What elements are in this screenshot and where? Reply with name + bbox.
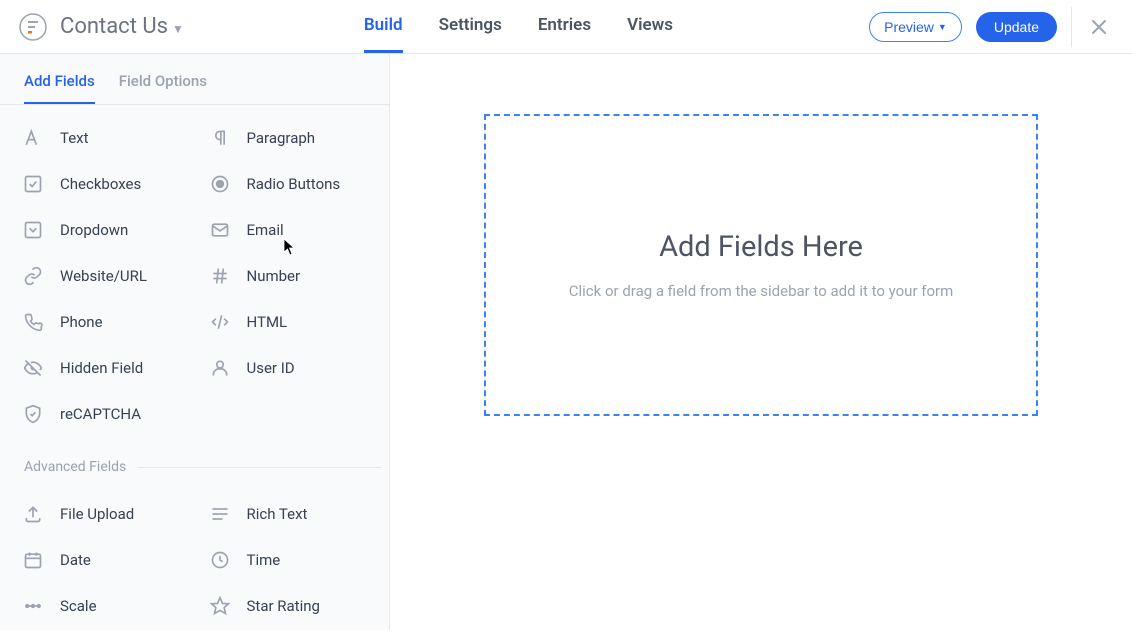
advanced-fields-heading: Advanced Fields — [0, 453, 389, 481]
user-icon — [209, 357, 231, 379]
field-user-id[interactable]: User ID — [195, 345, 382, 391]
close-button[interactable] — [1086, 14, 1112, 40]
field-rich-text[interactable]: Rich Text — [195, 491, 382, 537]
field-html[interactable]: HTML — [195, 299, 382, 345]
field-phone[interactable]: Phone — [8, 299, 195, 345]
dropzone-title: Add Fields Here — [659, 230, 863, 264]
chevron-down-icon: ▼ — [172, 22, 184, 36]
shield-icon — [22, 403, 44, 425]
field-label: User ID — [247, 359, 295, 377]
app-logo — [18, 12, 48, 42]
field-label: Phone — [60, 313, 103, 331]
field-label: Dropdown — [60, 221, 128, 239]
update-button[interactable]: Update — [976, 12, 1057, 42]
field-label: reCAPTCHA — [60, 405, 141, 423]
preview-button[interactable]: Preview▼ — [869, 12, 962, 42]
tab-build[interactable]: Build — [364, 0, 403, 53]
form-canvas: Add Fields Here Click or drag a field fr… — [390, 54, 1132, 630]
field-label: HTML — [247, 313, 288, 331]
tab-settings[interactable]: Settings — [439, 0, 502, 53]
field-label: Time — [247, 551, 281, 569]
richtext-icon — [209, 503, 231, 525]
field-radio-buttons[interactable]: Radio Buttons — [195, 161, 382, 207]
field-label: Paragraph — [247, 129, 316, 147]
dropdown-icon — [22, 219, 44, 241]
paragraph-icon — [209, 127, 231, 149]
field-dropdown[interactable]: Dropdown — [8, 207, 195, 253]
field-recaptcha[interactable]: reCAPTCHA — [8, 391, 195, 437]
field-text[interactable]: Text — [8, 115, 195, 161]
form-title-dropdown[interactable]: Contact Us ▼ — [60, 14, 184, 39]
time-icon — [209, 549, 231, 571]
field-label: Radio Buttons — [247, 175, 341, 193]
field-email[interactable]: Email — [195, 207, 382, 253]
field-date[interactable]: Date — [8, 537, 195, 583]
email-icon — [209, 219, 231, 241]
upload-icon — [22, 503, 44, 525]
field-scale[interactable]: Scale — [8, 583, 195, 629]
field-website-url[interactable]: Website/URL — [8, 253, 195, 299]
field-label: Website/URL — [60, 267, 147, 285]
checkbox-icon — [22, 173, 44, 195]
tab-entries[interactable]: Entries — [538, 0, 591, 53]
dropzone-subtitle: Click or drag a field from the sidebar t… — [569, 282, 954, 300]
field-label: Star Rating — [247, 597, 320, 615]
text-icon — [22, 127, 44, 149]
field-paragraph[interactable]: Paragraph — [195, 115, 382, 161]
field-file-upload[interactable]: File Upload — [8, 491, 195, 537]
sidebar: Add Fields Field Options Text Paragraph Ch… — [0, 54, 390, 630]
hash-icon — [209, 265, 231, 287]
field-label: Number — [247, 267, 301, 285]
radio-icon — [209, 173, 231, 195]
field-star-rating[interactable]: Star Rating — [195, 583, 382, 629]
sidebar-tab-field-options[interactable]: Field Options — [119, 72, 207, 104]
dropzone[interactable]: Add Fields Here Click or drag a field fr… — [484, 114, 1038, 416]
field-label: Rich Text — [247, 505, 308, 523]
link-icon — [22, 265, 44, 287]
field-label: Date — [60, 551, 91, 569]
field-checkboxes[interactable]: Checkboxes — [8, 161, 195, 207]
hidden-icon — [22, 357, 44, 379]
caret-down-icon: ▼ — [938, 22, 947, 32]
scale-icon — [22, 595, 44, 617]
field-hidden-field[interactable]: Hidden Field — [8, 345, 195, 391]
divider — [1071, 7, 1072, 47]
html-icon — [209, 311, 231, 333]
field-number[interactable]: Number — [195, 253, 382, 299]
phone-icon — [22, 311, 44, 333]
date-icon — [22, 549, 44, 571]
star-icon — [209, 595, 231, 617]
field-label: Scale — [60, 597, 97, 615]
field-time[interactable]: Time — [195, 537, 382, 583]
field-label: Email — [247, 221, 284, 239]
sidebar-tab-add-fields[interactable]: Add Fields — [24, 72, 95, 104]
tab-views[interactable]: Views — [627, 0, 673, 53]
field-label: Text — [60, 129, 89, 147]
field-label: Checkboxes — [60, 175, 141, 193]
field-label: Hidden Field — [60, 359, 143, 377]
field-label: File Upload — [60, 505, 134, 523]
